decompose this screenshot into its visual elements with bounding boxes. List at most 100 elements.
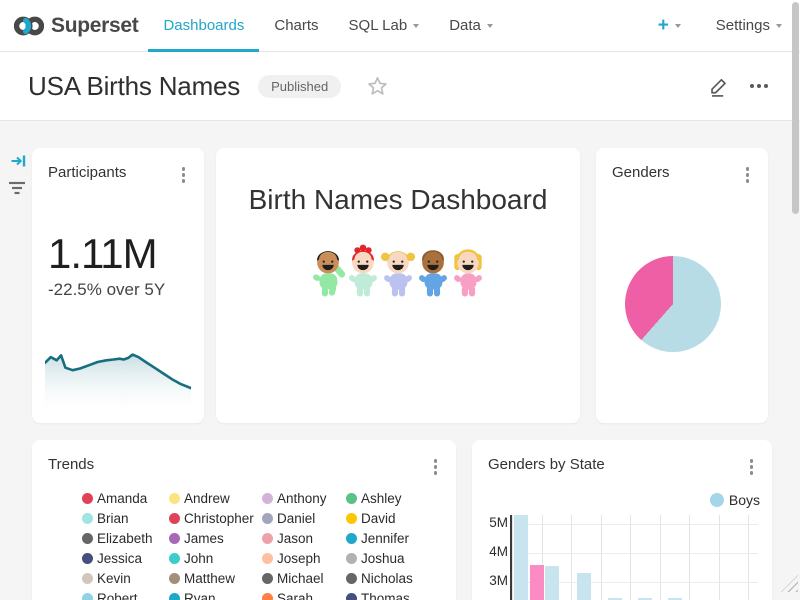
legend-item-thomas[interactable]: Thomas <box>346 588 426 600</box>
more-options-icon[interactable] <box>746 80 772 92</box>
legend-item-christopher[interactable]: Christopher <box>169 508 262 528</box>
legend-item-jessica[interactable]: Jessica <box>82 548 169 568</box>
y-axis-tick-label: 5M <box>474 515 508 530</box>
legend-dot <box>346 553 357 564</box>
legend-dot <box>346 573 357 584</box>
legend-item-jason[interactable]: Jason <box>262 528 346 548</box>
y-axis-tick-label: 4M <box>474 544 508 559</box>
legend-item-amanda[interactable]: Amanda <box>82 488 169 508</box>
child-figure-2 <box>346 243 380 301</box>
participants-card: Participants 1.11M -22.5% over 5Y <box>32 148 204 423</box>
legend-item-andrew[interactable]: Andrew <box>169 488 262 508</box>
child-figure-1 <box>311 243 345 301</box>
participants-trendline-chart <box>45 330 191 412</box>
genders-by-state-card: Genders by State Boys 5M4M3M <box>472 440 772 600</box>
nav-item-charts[interactable]: Charts <box>259 0 333 52</box>
plus-icon: + <box>658 16 669 35</box>
genders-card: Genders <box>596 148 768 423</box>
chevron-down-icon <box>413 24 419 28</box>
legend-dot <box>82 533 93 544</box>
legend-dot <box>262 493 273 504</box>
brand-name: Superset <box>51 14 138 38</box>
kebab-menu-icon[interactable] <box>429 456 443 478</box>
superset-logo[interactable]: Superset <box>14 11 138 41</box>
big-number-value: 1.11M <box>48 230 157 278</box>
new-item-button[interactable]: + <box>649 16 690 35</box>
legend-item-sarah[interactable]: Sarah <box>262 588 346 600</box>
trends-legend: AmandaAndrewAnthonyAshley BrianChristophe… <box>82 488 426 600</box>
nav-item-data[interactable]: Data <box>434 0 508 52</box>
bar <box>530 565 544 600</box>
legend-item-david[interactable]: David <box>346 508 426 528</box>
legend-item-ashley[interactable]: Ashley <box>346 488 426 508</box>
infinity-logo-icon <box>14 11 44 41</box>
y-axis-tick-label: 3M <box>474 573 508 588</box>
legend-item-kevin[interactable]: Kevin <box>82 568 169 588</box>
expand-filter-panel-icon[interactable] <box>10 152 28 175</box>
dashboard-header: USA Births Names Published <box>0 52 800 121</box>
chevron-down-icon <box>776 24 782 28</box>
legend-item-anthony[interactable]: Anthony <box>262 488 346 508</box>
legend-item-john[interactable]: John <box>169 548 262 568</box>
legend-item-daniel[interactable]: Daniel <box>262 508 346 528</box>
filter-funnel-icon[interactable] <box>8 179 26 202</box>
vertical-scrollbar[interactable] <box>792 2 799 214</box>
edit-dashboard-icon[interactable] <box>707 75 730 98</box>
legend-item-joseph[interactable]: Joseph <box>262 548 346 568</box>
legend-dot <box>346 593 357 600</box>
legend-item-robert[interactable]: Robert <box>82 588 169 600</box>
legend-dot <box>346 513 357 524</box>
favorite-star-icon[interactable] <box>367 76 388 97</box>
legend-dot <box>82 513 93 524</box>
legend-dot <box>82 553 93 564</box>
legend-item-brian[interactable]: Brian <box>82 508 169 528</box>
legend-item-matthew[interactable]: Matthew <box>169 568 262 588</box>
top-nav: Superset Dashboards Charts SQL Lab Data … <box>0 0 800 52</box>
legend-dot <box>169 553 180 564</box>
dashboard-heading-text: Birth Names Dashboard <box>216 184 580 216</box>
legend-dot <box>169 573 180 584</box>
legend-dot <box>262 553 273 564</box>
kebab-menu-icon[interactable] <box>741 164 755 186</box>
child-figure-4 <box>416 243 450 301</box>
legend-item-michael[interactable]: Michael <box>262 568 346 588</box>
legend-dot <box>82 493 93 504</box>
kebab-menu-icon[interactable] <box>177 164 191 186</box>
legend-dot <box>346 533 357 544</box>
legend-item-james[interactable]: James <box>169 528 262 548</box>
legend-item-joshua[interactable]: Joshua <box>346 548 426 568</box>
card-title: Genders <box>612 164 670 181</box>
legend-dot <box>169 533 180 544</box>
bar <box>545 566 559 600</box>
chevron-down-icon <box>487 24 493 28</box>
dashboard-title: USA Births Names <box>28 71 240 102</box>
y-axis-line <box>510 515 512 600</box>
children-illustration <box>216 243 580 301</box>
nav-item-dashboards[interactable]: Dashboards <box>148 0 259 52</box>
resize-handle-icon[interactable] <box>781 575 798 592</box>
superset-dashboard-page: Superset Dashboards Charts SQL Lab Data … <box>0 0 800 600</box>
genders-pie-chart[interactable] <box>625 256 721 352</box>
title-actions <box>707 75 772 98</box>
legend-dot <box>169 493 180 504</box>
markdown-header-card: Birth Names Dashboard <box>216 148 580 423</box>
legend-item-nicholas[interactable]: Nicholas <box>346 568 426 588</box>
trends-card: Trends AmandaAndrewAnthonyAshleyBrianChr… <box>32 440 456 600</box>
legend-dot <box>262 533 273 544</box>
published-badge[interactable]: Published <box>258 75 341 98</box>
chevron-down-icon <box>675 24 681 28</box>
legend-dot <box>82 593 93 600</box>
settings-menu[interactable]: Settings <box>712 17 786 34</box>
genders-by-state-bar-chart: 5M 4M 3M <box>472 440 772 600</box>
legend-dot <box>262 593 273 600</box>
bar <box>577 573 591 600</box>
legend-dot <box>169 593 180 600</box>
legend-item-ryan[interactable]: Ryan <box>169 588 262 600</box>
legend-item-elizabeth[interactable]: Elizabeth <box>82 528 169 548</box>
nav-item-sql-lab[interactable]: SQL Lab <box>334 0 435 52</box>
legend-dot <box>346 493 357 504</box>
nav-right: + Settings <box>649 16 786 35</box>
bar <box>514 515 528 600</box>
legend-dot <box>169 513 180 524</box>
legend-item-jennifer[interactable]: Jennifer <box>346 528 426 548</box>
